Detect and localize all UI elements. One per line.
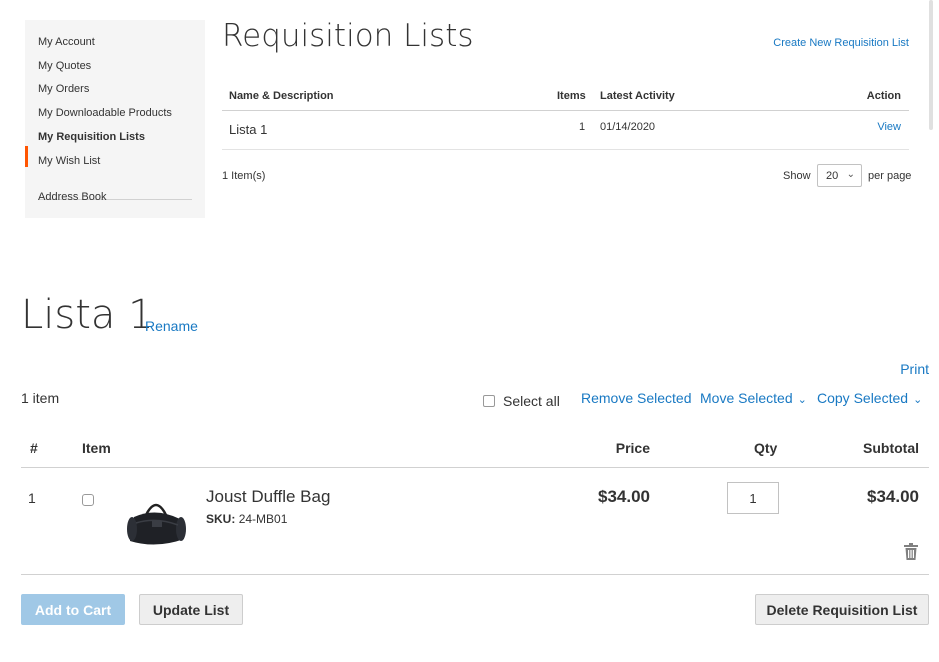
- column-latest-activity: Latest Activity: [600, 90, 675, 102]
- column-qty: Qty: [754, 440, 778, 456]
- limiter-per-page: per page: [868, 170, 912, 182]
- sku-label: SKU:: [206, 512, 236, 526]
- sidebar-item-address-book[interactable]: Address Book: [38, 191, 106, 203]
- item-price: $34.00: [598, 487, 650, 506]
- move-selected-label: Move Selected: [700, 390, 793, 406]
- items-table-header: # Item Price Qty Subtotal: [21, 432, 929, 468]
- view-link[interactable]: View: [877, 121, 901, 133]
- move-selected-link[interactable]: Move Selected ⌄: [700, 390, 807, 406]
- list-items-count: 1: [579, 121, 586, 133]
- chevron-down-icon: ⌄: [846, 169, 855, 180]
- select-all[interactable]: Select all: [483, 393, 560, 409]
- product-name[interactable]: Joust Duffle Bag: [206, 487, 330, 507]
- add-to-cart-button[interactable]: Add to Cart: [21, 594, 125, 625]
- table-header: Name & Description Items Latest Activity…: [222, 84, 909, 111]
- limiter-label: Show: [783, 170, 811, 182]
- copy-selected-link[interactable]: Copy Selected ⌄: [817, 390, 922, 406]
- print-link[interactable]: Print: [900, 361, 929, 377]
- sidebar-item-requisition-lists[interactable]: My Requisition Lists: [38, 131, 145, 143]
- column-price: Price: [615, 440, 650, 456]
- delete-requisition-list-button[interactable]: Delete Requisition List: [755, 594, 929, 625]
- select-all-checkbox[interactable]: [483, 395, 495, 407]
- requisition-lists-panel: My Account My Quotes My Orders My Downlo…: [0, 0, 939, 218]
- column-name: Name & Description: [229, 90, 334, 102]
- chevron-down-icon: ⌄: [794, 394, 807, 406]
- column-item: Item: [82, 440, 111, 456]
- sidebar-item-downloadable-products[interactable]: My Downloadable Products: [38, 107, 172, 119]
- copy-selected-label: Copy Selected: [817, 390, 909, 406]
- active-indicator: [25, 146, 28, 167]
- item-count: 1 item: [21, 390, 60, 406]
- qty-input[interactable]: 1: [727, 482, 779, 514]
- chevron-down-icon: ⌄: [910, 394, 923, 406]
- column-number: #: [30, 440, 38, 456]
- table-row: Lista 1 1 01/14/2020 View: [222, 112, 909, 150]
- sidebar-item-my-orders[interactable]: My Orders: [38, 83, 89, 95]
- column-items: Items: [557, 90, 586, 102]
- duffle-bag-image[interactable]: [126, 493, 186, 549]
- column-subtotal: Subtotal: [863, 440, 919, 456]
- sidebar-item-my-account[interactable]: My Account: [38, 36, 95, 48]
- items-count: 1 Item(s): [222, 170, 266, 182]
- trash-icon[interactable]: [904, 543, 918, 560]
- list-title: Lista 1: [21, 292, 154, 338]
- remove-selected-link[interactable]: Remove Selected: [581, 390, 692, 406]
- update-list-button[interactable]: Update List: [139, 594, 243, 625]
- limiter-value: 20: [826, 170, 839, 182]
- item-subtotal: $34.00: [867, 487, 919, 506]
- column-action: Action: [866, 90, 901, 102]
- list-name[interactable]: Lista 1: [229, 122, 267, 137]
- rename-link[interactable]: Rename: [145, 318, 198, 334]
- sidebar-item-wish-list[interactable]: My Wish List: [38, 155, 100, 167]
- account-sidebar: My Account My Quotes My Orders My Downlo…: [25, 20, 205, 218]
- limiter-select[interactable]: 20 ⌄: [817, 164, 862, 187]
- create-requisition-list-link[interactable]: Create New Requisition List: [773, 37, 909, 49]
- row-number: 1: [28, 490, 36, 506]
- sku-value: 24-MB01: [238, 512, 288, 526]
- scrollbar[interactable]: [929, 0, 933, 130]
- sidebar-item-my-quotes[interactable]: My Quotes: [38, 60, 91, 72]
- page-title: Requisition Lists: [222, 18, 474, 54]
- select-all-label: Select all: [503, 393, 560, 409]
- table-row: 1 Joust Duffle Bag SKU: 24-MB01 $34.00 1…: [21, 469, 929, 575]
- row-checkbox[interactable]: [82, 494, 94, 506]
- product-sku: SKU: 24-MB01: [206, 512, 287, 526]
- list-latest-activity: 01/14/2020: [600, 121, 656, 133]
